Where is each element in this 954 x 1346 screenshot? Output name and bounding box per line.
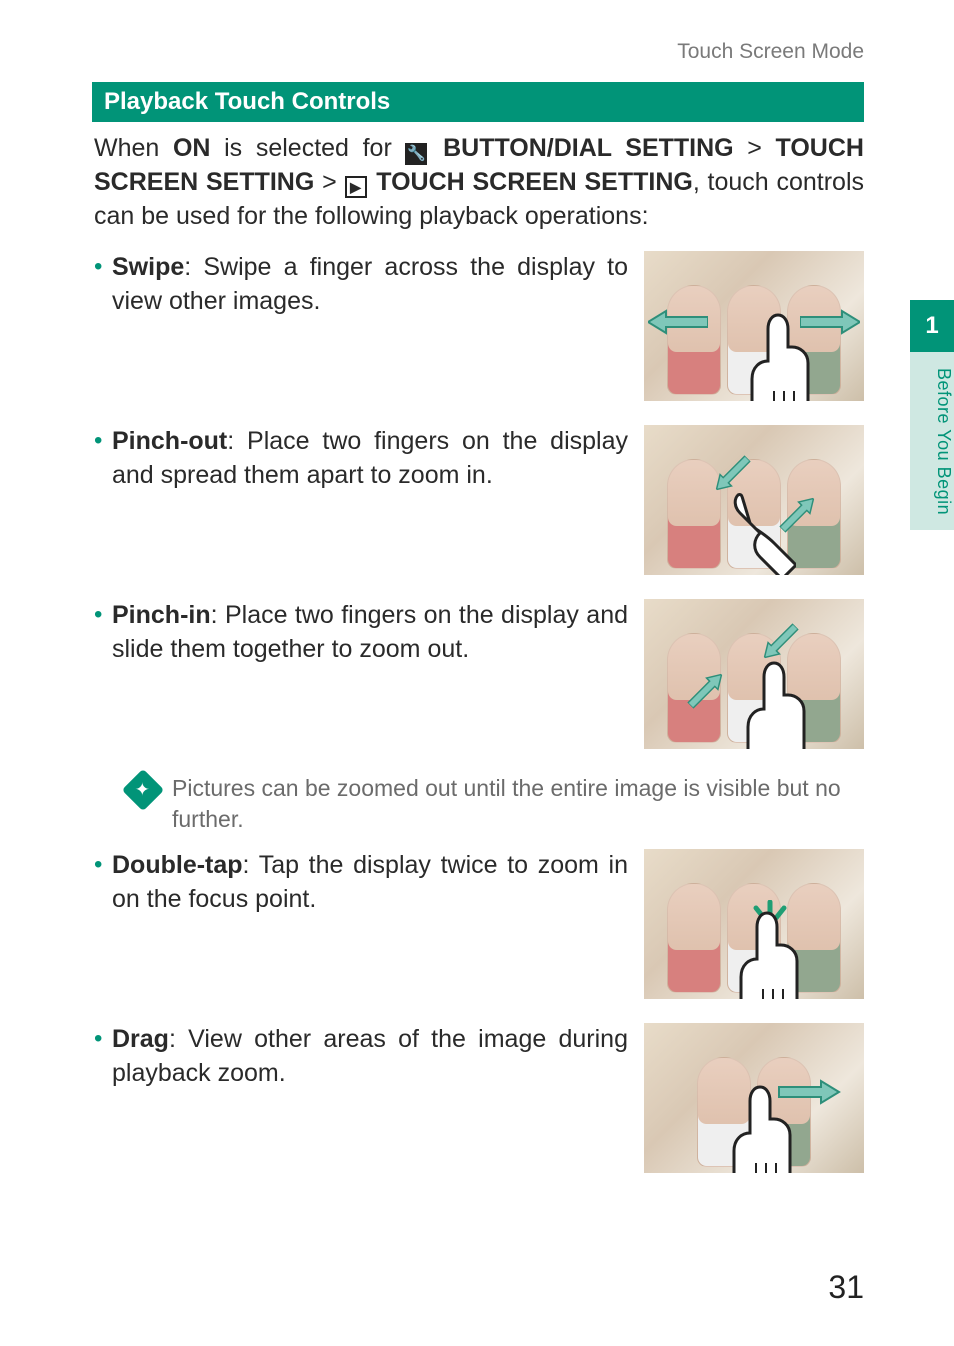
wrench-icon: 🔧 [405,143,427,165]
list-item: Swipe: Swipe a finger across the display… [94,251,864,401]
item-text: Double-tap: Tap the display twice to zoo… [94,849,628,917]
finger-icon [738,307,818,401]
list-item: Pinch-in: Place two fingers on the displ… [94,599,864,749]
item-text: Drag: View other areas of the image duri… [94,1023,628,1091]
menu-path: BUTTON/DIAL SETTING [443,134,734,162]
term: Pinch-out [112,427,227,455]
arrow-left-icon [648,309,708,335]
term: Swipe [112,253,184,281]
list-item: Pinch-out: Place two fingers on the disp… [94,425,864,575]
term: Double-tap [112,851,243,879]
text: When [94,134,173,162]
pinch-in-illustration [644,599,864,749]
chapter-label: Before You Begin [910,352,954,515]
intro-paragraph: When ON is selected for 🔧 BUTTON/DIAL SE… [94,132,864,233]
bullet-list: Double-tap: Tap the display twice to zoo… [94,849,864,1173]
breadcrumb-separator: > [322,168,344,196]
desc: : Swipe a finger across the display to v… [112,253,628,315]
term: Pinch-in [112,601,211,629]
finger-icon [720,1079,800,1173]
breadcrumb-separator: > [747,134,775,162]
item-text: Pinch-in: Place two fingers on the displ… [94,599,628,667]
chapter-number: 1 [910,300,954,352]
note: ✦ Pictures can be zoomed out until the e… [128,773,864,835]
term: Drag [112,1025,169,1053]
drag-illustration [644,1023,864,1173]
desc: : View other areas of the image during p… [112,1025,628,1087]
chapter-tab: 1 Before You Begin [910,300,954,530]
menu-path: TOUCH SCREEN SETTING [376,168,693,196]
list-item: Drag: View other areas of the image duri… [94,1023,864,1173]
finger-icon [716,481,796,575]
finger-icon [727,905,807,999]
list-item: Double-tap: Tap the display twice to zoo… [94,849,864,999]
swipe-illustration [644,251,864,401]
manual-page: Touch Screen Mode Playback Touch Control… [0,0,954,1346]
item-text: Swipe: Swipe a finger across the display… [94,251,628,319]
item-text: Pinch-out: Place two fingers on the disp… [94,425,628,493]
double-tap-illustration [644,849,864,999]
page-number: 31 [828,1269,864,1306]
pinch-out-illustration [644,425,864,575]
note-text: Pictures can be zoomed out until the ent… [172,773,864,835]
bullet-list: Swipe: Swipe a finger across the display… [94,251,864,749]
running-header: Touch Screen Mode [0,40,954,64]
text: is selected for [224,134,405,162]
play-icon: ▶ [345,176,367,198]
finger-icon [734,655,814,749]
section-heading: Playback Touch Controls [92,82,864,122]
on-value: ON [173,134,211,162]
note-diamond-icon: ✦ [122,769,164,811]
